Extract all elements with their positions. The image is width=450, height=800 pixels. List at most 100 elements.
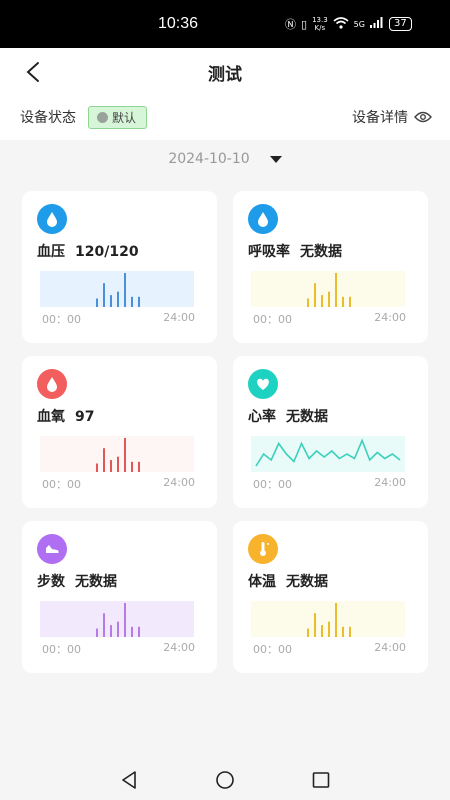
chart-bar	[335, 273, 337, 307]
chart-bar	[110, 460, 112, 472]
chart-bar	[342, 296, 344, 307]
metric-value: 无数据	[300, 244, 342, 260]
chart-bar	[103, 448, 105, 472]
chart-end-time: 24:00	[163, 311, 195, 324]
chart-bar	[131, 296, 133, 307]
status-dot-icon	[97, 111, 108, 123]
chart-bar	[96, 463, 98, 472]
metric-value: 120/120	[75, 244, 139, 260]
vibrate-icon: ▯	[301, 17, 308, 31]
chart-bar	[321, 295, 323, 307]
chart-start-time: 00：00	[253, 643, 292, 656]
metric-card[interactable]: 心率 无数据 00：00 24:00	[233, 356, 428, 508]
chart-bar	[138, 626, 140, 637]
signal-icon	[369, 17, 384, 31]
nav-home-button[interactable]	[214, 770, 236, 790]
chart-bar	[349, 626, 351, 637]
chart-bar	[117, 621, 119, 637]
device-detail-label: 设备详情	[352, 110, 408, 126]
chart-bar	[124, 438, 126, 472]
chart-end-time: 24:00	[374, 311, 406, 324]
water-drop-icon	[37, 204, 67, 234]
net-speed-value: 13.3	[312, 16, 328, 24]
device-status-label: 设备状态	[20, 110, 76, 126]
metric-card[interactable]: 呼吸率 无数据 00：00 24:00	[233, 191, 428, 343]
chart-bar	[321, 625, 323, 637]
chart-end-time: 24:00	[163, 476, 195, 489]
chart-start-time: 00：00	[42, 478, 81, 491]
metric-value: 无数据	[286, 574, 328, 590]
water-drop-icon	[248, 204, 278, 234]
metric-title: 呼吸率 无数据	[248, 241, 342, 261]
chart-start-time: 00：00	[42, 643, 81, 656]
chart-start-time: 00：00	[42, 313, 81, 326]
battery-icon: 37	[388, 17, 412, 31]
metric-chart	[40, 271, 194, 307]
caret-down-icon	[269, 155, 282, 163]
metric-chart	[40, 436, 194, 472]
chart-bar	[314, 613, 316, 637]
chart-bar	[342, 626, 344, 637]
metric-title: 心率 无数据	[248, 406, 328, 426]
thermometer-icon	[248, 534, 278, 564]
metric-chart	[251, 601, 405, 637]
chart-bar	[103, 613, 105, 637]
date-selector[interactable]: 2024-10-10	[0, 151, 450, 167]
eye-icon	[414, 111, 432, 123]
metric-name: 步数	[37, 574, 65, 590]
device-status-badge-text: 默认	[112, 110, 137, 125]
net-speed-unit: K/s	[314, 24, 326, 32]
metric-value: 无数据	[286, 409, 328, 425]
metric-name: 血压	[37, 244, 65, 260]
device-status-row: 设备状态 默认 设备详情	[20, 104, 432, 130]
metric-card[interactable]: 体温 无数据 00：00 24:00	[233, 521, 428, 673]
nfc-icon: Ⓝ	[285, 18, 296, 31]
heart-icon	[248, 369, 278, 399]
date-value: 2024-10-10	[168, 151, 250, 167]
chart-bar	[307, 628, 309, 637]
chart-end-time: 24:00	[374, 641, 406, 654]
metric-title: 步数 无数据	[37, 571, 117, 591]
network-type: 5G	[353, 19, 365, 29]
chart-bar	[96, 298, 98, 307]
chart-bar	[124, 273, 126, 307]
wifi-icon	[333, 16, 349, 32]
nav-recents-button[interactable]	[311, 770, 331, 790]
shoe-icon	[37, 534, 67, 564]
chart-start-time: 00：00	[253, 313, 292, 326]
chart-start-time: 00：00	[253, 478, 292, 491]
chart-bar	[328, 291, 330, 307]
chart-end-time: 24:00	[374, 476, 406, 489]
nav-back-button[interactable]	[119, 770, 139, 790]
device-detail-link[interactable]: 设备详情	[352, 107, 432, 127]
metric-card[interactable]: 步数 无数据 00：00 24:00	[22, 521, 217, 673]
chart-end-time: 24:00	[163, 641, 195, 654]
chart-bar	[307, 298, 309, 307]
chart-bar	[138, 296, 140, 307]
status-icons: Ⓝ ▯ 13.3 K/s 5G 37	[285, 16, 412, 32]
metric-name: 呼吸率	[248, 244, 290, 260]
metric-chart	[251, 436, 405, 472]
net-speed: 13.3 K/s	[312, 16, 328, 32]
metric-value: 97	[75, 409, 95, 425]
chart-bar	[131, 461, 133, 472]
app-header: 测试 设备状态 默认 设备详情	[0, 48, 450, 140]
chart-bar	[110, 295, 112, 307]
metric-name: 体温	[248, 574, 276, 590]
chart-bar	[131, 626, 133, 637]
device-status-badge: 默认	[88, 105, 148, 129]
status-time: 10:36	[158, 15, 199, 32]
system-nav-bar	[0, 760, 450, 800]
metric-name: 血氧	[37, 409, 65, 425]
chart-bar	[117, 456, 119, 472]
metric-card[interactable]: 血氧 97 00：00 24:00	[22, 356, 217, 508]
chart-bar	[103, 283, 105, 307]
metric-card[interactable]: 血压 120/120 00：00 24:00	[22, 191, 217, 343]
chart-bar	[328, 621, 330, 637]
chart-bar	[117, 291, 119, 307]
chart-bar	[349, 296, 351, 307]
status-bar: 10:36 Ⓝ ▯ 13.3 K/s 5G 37	[0, 0, 450, 48]
metric-title: 体温 无数据	[248, 571, 328, 591]
chart-bar	[138, 461, 140, 472]
metric-value: 无数据	[75, 574, 117, 590]
